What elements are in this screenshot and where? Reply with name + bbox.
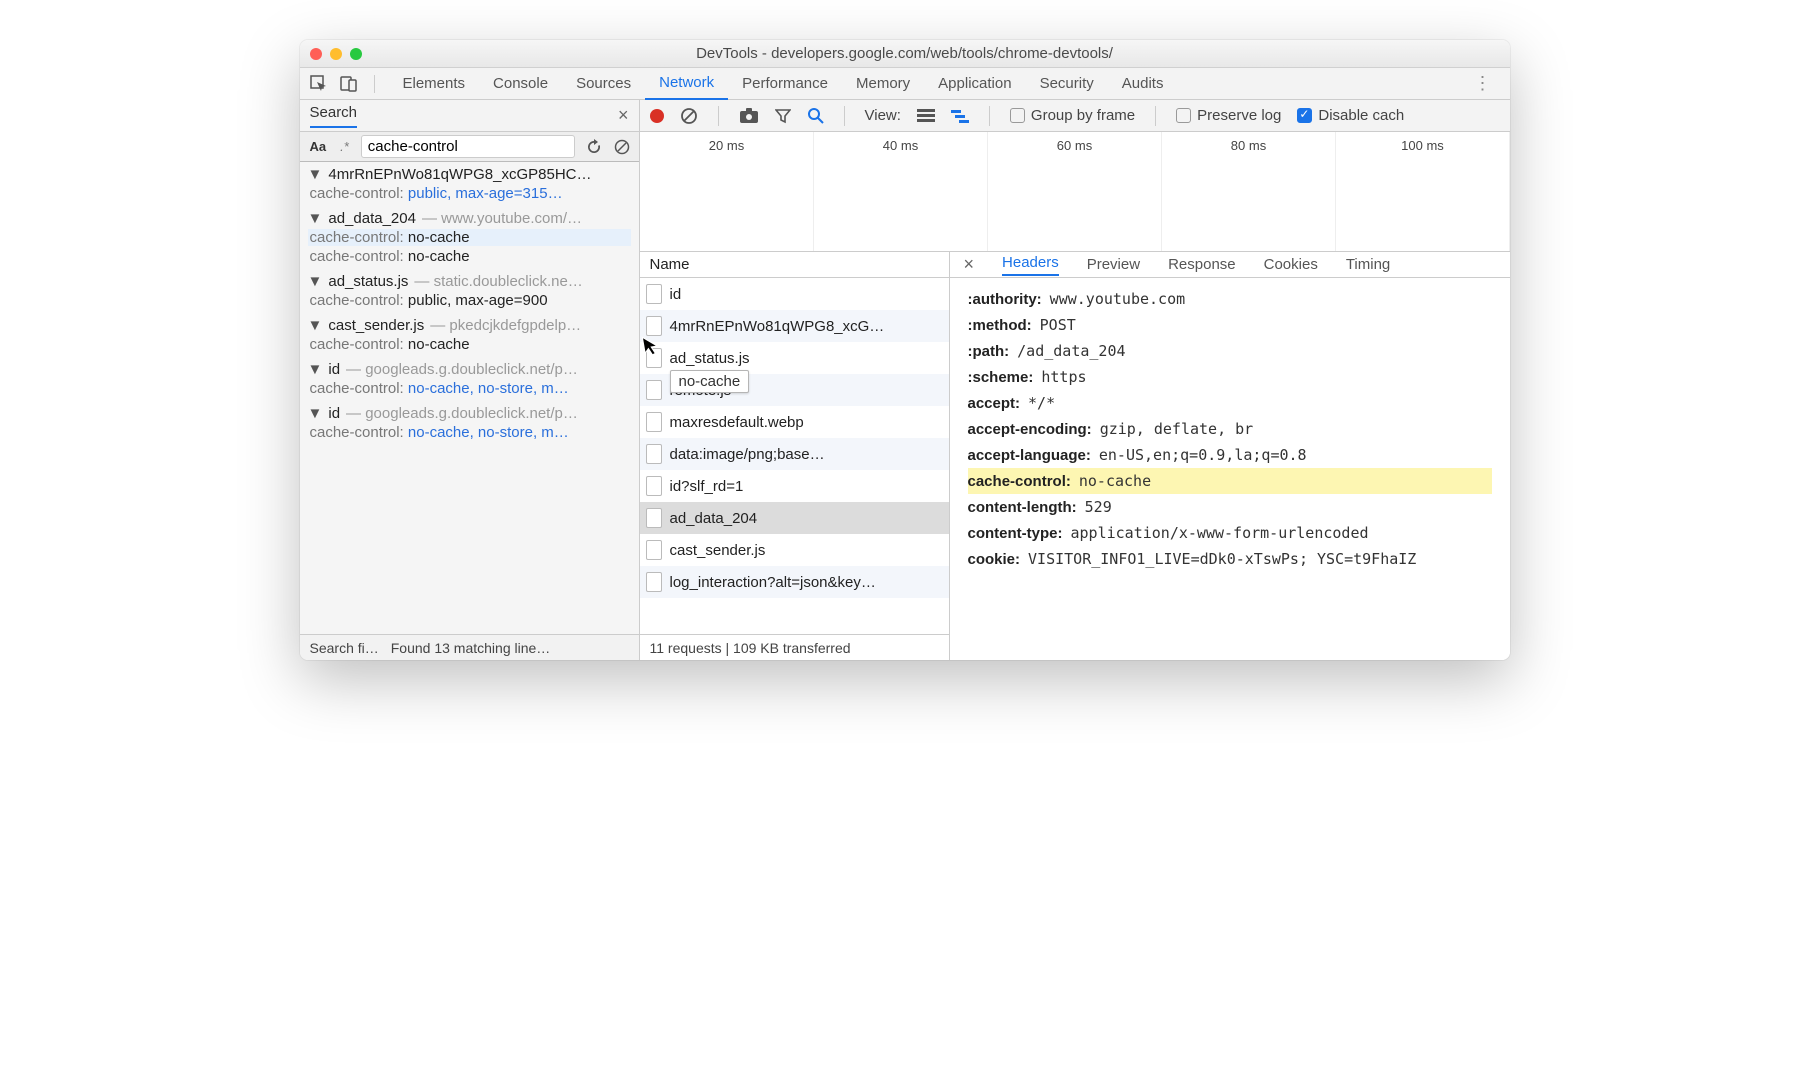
regex-toggle[interactable]: .*: [338, 139, 351, 154]
match-case-toggle[interactable]: Aa: [308, 139, 329, 154]
tab-performance[interactable]: Performance: [728, 68, 842, 100]
search-result-line[interactable]: cache-control: no-cache: [308, 248, 631, 265]
search-input[interactable]: [361, 135, 575, 158]
header-row: accept-encoding:gzip, deflate, br: [968, 416, 1492, 442]
group-by-frame-checkbox[interactable]: Group by frame: [1010, 107, 1135, 124]
record-icon[interactable]: [650, 109, 664, 123]
titlebar: DevTools - developers.google.com/web/too…: [300, 40, 1510, 68]
request-detail: × Headers Preview Response Cookies Timing :a…: [950, 252, 1510, 660]
search-result-file[interactable]: ▼ id — googleads.g.doubleclick.net/p…: [308, 405, 631, 422]
tab-application[interactable]: Application: [924, 68, 1025, 100]
waterfall-tick: 20 ms: [640, 138, 814, 153]
device-toolbar-icon[interactable]: [340, 75, 358, 93]
search-result-file[interactable]: ▼ id — googleads.g.doubleclick.net/p…: [308, 361, 631, 378]
header-row: accept-language:en-US,en;q=0.9,la;q=0.8: [968, 442, 1492, 468]
request-row[interactable]: ad_data_204: [640, 502, 949, 534]
header-row: cookie:VISITOR_INFO1_LIVE=dDk0-xTswPs; Y…: [968, 546, 1492, 572]
search-result-file[interactable]: ▼ ad_status.js — static.doubleclick.ne…: [308, 273, 631, 290]
network-toolbar: View: Group by frame Preserve log Disabl…: [640, 100, 1510, 132]
devtools-window: DevTools - developers.google.com/web/too…: [300, 40, 1510, 660]
header-row: :scheme:https: [968, 364, 1492, 390]
close-search-icon[interactable]: ×: [618, 105, 629, 126]
waterfall-tick: 40 ms: [814, 138, 988, 153]
request-row[interactable]: cast_sender.js: [640, 534, 949, 566]
file-icon: [646, 284, 662, 304]
search-result-line[interactable]: cache-control: public, max-age=900: [308, 292, 631, 309]
search-panel: Search × Aa .* ▼ 4mrRnEPnWo81qWPG8_xcGP8…: [300, 100, 640, 660]
tab-audits[interactable]: Audits: [1108, 68, 1178, 100]
waterfall-overview[interactable]: 20 ms40 ms60 ms80 ms100 ms: [640, 132, 1510, 252]
tab-console[interactable]: Console: [479, 68, 562, 100]
header-row: :path:/ad_data_204: [968, 338, 1492, 364]
tab-sources[interactable]: Sources: [562, 68, 645, 100]
waterfall-tick: 60 ms: [988, 138, 1162, 153]
search-panel-title: Search: [310, 104, 358, 128]
request-row[interactable]: maxresdefault.webp: [640, 406, 949, 438]
more-tabs-icon[interactable]: ⋮: [1466, 73, 1500, 94]
file-icon: [646, 540, 662, 560]
requests-summary: 11 requests | 109 KB transferred: [640, 634, 949, 660]
file-icon: [646, 444, 662, 464]
request-row[interactable]: id: [640, 278, 949, 310]
detail-tab-cookies[interactable]: Cookies: [1264, 256, 1318, 273]
waterfall-view-icon[interactable]: [951, 109, 969, 123]
file-icon: [646, 412, 662, 432]
request-row[interactable]: log_interaction?alt=json&key…: [640, 566, 949, 598]
search-result-file[interactable]: ▼ ad_data_204 — www.youtube.com/…: [308, 210, 631, 227]
refresh-search-icon[interactable]: [585, 138, 603, 156]
requests-header: Name: [640, 252, 949, 278]
hover-tooltip: no-cache: [670, 370, 750, 393]
search-result-line[interactable]: cache-control: no-cache, no-store, m…: [308, 380, 631, 397]
header-row: content-type:application/x-www-form-urle…: [968, 520, 1492, 546]
detail-tab-preview[interactable]: Preview: [1087, 256, 1140, 273]
inspect-icon[interactable]: [310, 75, 328, 93]
disable-cache-checkbox[interactable]: Disable cach: [1297, 107, 1404, 124]
view-label: View:: [865, 107, 901, 124]
detail-tab-headers[interactable]: Headers: [1002, 254, 1059, 276]
large-rows-icon[interactable]: [917, 109, 935, 123]
waterfall-tick: 80 ms: [1162, 138, 1336, 153]
detail-tab-timing[interactable]: Timing: [1346, 256, 1390, 273]
search-result-line[interactable]: cache-control: no-cache: [308, 336, 631, 353]
request-row[interactable]: 4mrRnEPnWo81qWPG8_xcG…: [640, 310, 949, 342]
search-result-line[interactable]: cache-control: no-cache, no-store, m…: [308, 424, 631, 441]
header-row: accept:*/*: [968, 390, 1492, 416]
search-result-line[interactable]: cache-control: public, max-age=315…: [308, 185, 631, 202]
file-icon: [646, 572, 662, 592]
file-icon: [646, 380, 662, 400]
request-row[interactable]: id?slf_rd=1: [640, 470, 949, 502]
filter-icon[interactable]: [775, 108, 791, 124]
search-result-file[interactable]: ▼ cast_sender.js — pkedcjkdefgpdelp…: [308, 317, 631, 334]
header-row: cache-control:no-cache: [968, 468, 1492, 494]
header-row: :method:POST: [968, 312, 1492, 338]
file-icon: [646, 508, 662, 528]
close-detail-icon[interactable]: ×: [964, 254, 975, 275]
detail-tab-response[interactable]: Response: [1168, 256, 1236, 273]
tab-network[interactable]: Network: [645, 68, 728, 100]
header-row: :authority:www.youtube.com: [968, 286, 1492, 312]
header-row: content-length:529: [968, 494, 1492, 520]
file-icon: [646, 476, 662, 496]
search-result-file[interactable]: ▼ 4mrRnEPnWo81qWPG8_xcGP85HC…: [308, 166, 631, 183]
request-row[interactable]: data:image/png;base…: [640, 438, 949, 470]
clear-search-icon[interactable]: [613, 138, 631, 156]
tab-security[interactable]: Security: [1026, 68, 1108, 100]
requests-list: Name id4mrRnEPnWo81qWPG8_xcG…ad_status.j…: [640, 252, 950, 660]
file-icon: [646, 316, 662, 336]
waterfall-tick: 100 ms: [1336, 138, 1510, 153]
tab-elements[interactable]: Elements: [389, 68, 480, 100]
search-footer-right: Found 13 matching line…: [391, 640, 551, 656]
tab-memory[interactable]: Memory: [842, 68, 924, 100]
preserve-log-checkbox[interactable]: Preserve log: [1176, 107, 1281, 124]
screenshot-icon[interactable]: [739, 108, 759, 124]
search-result-line[interactable]: cache-control: no-cache: [308, 229, 631, 246]
clear-icon[interactable]: [680, 107, 698, 125]
cursor-icon: [641, 334, 661, 358]
main-panel-tabs: ElementsConsoleSourcesNetworkPerformance…: [300, 68, 1510, 100]
search-footer-left: Search fi…: [310, 640, 379, 656]
window-title: DevTools - developers.google.com/web/too…: [300, 45, 1510, 62]
search-network-icon[interactable]: [807, 107, 824, 124]
